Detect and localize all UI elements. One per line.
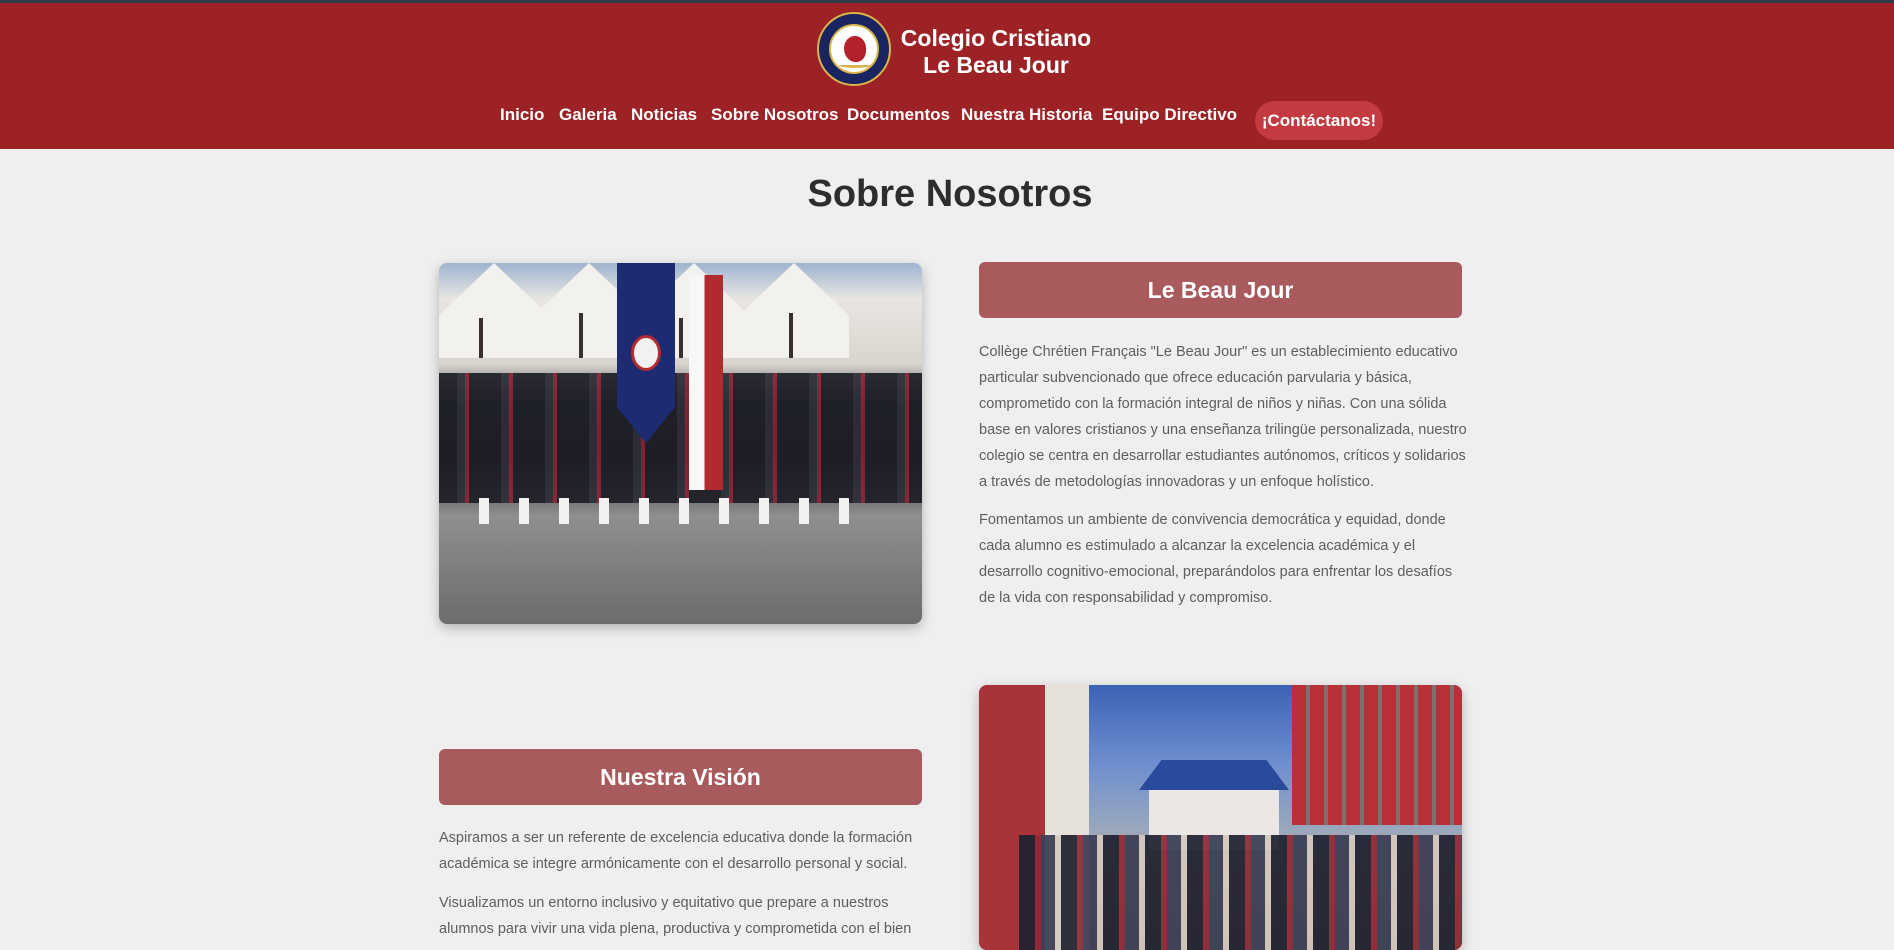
school-flag: [617, 263, 675, 443]
main-nav: Inicio Galeria Noticias Sobre Nosotros D…: [0, 105, 1894, 131]
nav-item-galeria[interactable]: Galeria: [559, 105, 617, 125]
nav-item-inicio[interactable]: Inicio: [500, 105, 544, 125]
section-title-vision: Nuestra Visión: [439, 749, 922, 805]
contact-button[interactable]: ¡Contáctanos!: [1255, 101, 1383, 140]
section-title-le-beau-jour: Le Beau Jour: [979, 262, 1462, 318]
site-brand[interactable]: Colegio Cristiano Le Beau Jour: [896, 25, 1096, 79]
nav-item-noticias[interactable]: Noticias: [631, 105, 697, 125]
about-paragraph-2: Fomentamos un ambiente de convivencia de…: [979, 512, 1453, 606]
vision-paragraph-1: Aspiramos a ser un referente de excelenc…: [439, 830, 913, 872]
nav-item-equipo-directivo[interactable]: Equipo Directivo: [1102, 105, 1237, 125]
brand-line-2: Le Beau Jour: [923, 52, 1069, 78]
about-paragraph-1: Collège Chrétien Français "Le Beau Jour"…: [979, 344, 1467, 490]
vision-paragraph-2: Visualizamos un entorno inclusivo y equi…: [439, 895, 912, 937]
nav-item-documentos[interactable]: Documentos: [847, 105, 950, 125]
page-title: Sobre Nosotros: [807, 173, 1093, 215]
chile-flag: [689, 275, 723, 490]
nav-item-nuestra-historia[interactable]: Nuestra Historia: [961, 105, 1092, 125]
parade-photo: [439, 263, 922, 624]
brand-line-1: Colegio Cristiano: [900, 25, 1092, 51]
school-crest-icon[interactable]: [817, 12, 891, 86]
nav-item-sobre-nosotros[interactable]: Sobre Nosotros: [711, 105, 839, 125]
schoolyard-photo: [979, 685, 1462, 950]
